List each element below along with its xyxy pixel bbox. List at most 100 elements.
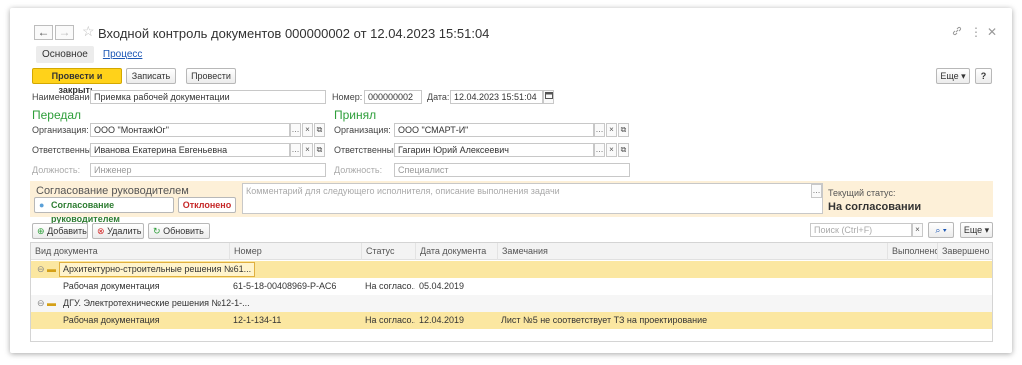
window-title: Входной контроль документов 000000002 от…: [98, 26, 490, 41]
document-window: ← → ☆ Входной контроль документов 000000…: [10, 8, 1012, 353]
column-header-status[interactable]: Статус: [361, 243, 415, 260]
search-clear-icon[interactable]: ×: [912, 223, 923, 237]
tab-main[interactable]: Основное: [36, 46, 94, 63]
table-row-group[interactable]: ⊖ ▬ ДГУ. Электротехнические решения №12-…: [31, 295, 992, 312]
more-label: Еще: [940, 71, 959, 81]
sender-responsible-field[interactable]: Иванова Екатерина Евгеньевна: [90, 143, 290, 157]
table-row[interactable]: Рабочая документация 12-1-134-11 На согл…: [31, 312, 992, 329]
calendar-icon[interactable]: [543, 90, 554, 104]
help-button[interactable]: ?: [975, 68, 992, 84]
table-row-group[interactable]: ⊖ ▬ Архитектурно-строительные решения №6…: [31, 261, 992, 278]
receiver-responsible-open-icon[interactable]: ⧉: [618, 143, 629, 157]
receiver-org-clear-icon[interactable]: ×: [606, 123, 617, 137]
receiver-responsible-label: Ответственный:: [334, 145, 401, 155]
more-button[interactable]: Еще ▾: [936, 68, 970, 84]
close-icon[interactable]: ✕: [987, 25, 997, 39]
cell-status: На согласо...: [365, 281, 415, 291]
receiver-org-label: Организация:: [334, 125, 391, 135]
column-header-done[interactable]: Выполнено: [887, 243, 937, 260]
receiver-responsible-select-button[interactable]: …: [594, 143, 605, 157]
table-header: Вид документа Номер Статус Дата документ…: [31, 243, 992, 260]
receiver-org-field[interactable]: ООО "СМАРТ-И": [394, 123, 594, 137]
cell-date: 12.04.2019: [419, 315, 465, 325]
table-row[interactable]: Рабочая документация 61-5-18-00408969-Р-…: [31, 278, 992, 295]
table-more-label: Еще: [963, 225, 983, 235]
folder-icon: ▬: [47, 264, 56, 274]
receiver-responsible-clear-icon[interactable]: ×: [606, 143, 617, 157]
receiver-position-label: Должность:: [334, 165, 383, 175]
cell-doc-type: Рабочая документация: [63, 281, 160, 291]
post-button[interactable]: Провести: [186, 68, 236, 84]
comment-field[interactable]: Комментарий для следующего исполнителя, …: [242, 183, 823, 214]
save-button[interactable]: Записать: [126, 68, 176, 84]
receiver-org-select-button[interactable]: …: [594, 123, 605, 137]
link-icon[interactable]: [952, 25, 962, 39]
reject-button[interactable]: Отклонено: [178, 197, 236, 213]
collapse-icon[interactable]: ⊖: [37, 295, 45, 312]
add-icon: ⊕: [37, 226, 45, 236]
sender-heading: Передал: [32, 108, 82, 122]
title-bar: ← → ☆ Входной контроль документов 000000…: [10, 8, 1012, 48]
status-label: Текущий статус:: [828, 188, 896, 198]
post-and-close-button[interactable]: Провести и закрыть: [32, 68, 122, 95]
receiver-org-open-icon[interactable]: ⧉: [618, 123, 629, 137]
search-icon[interactable]: ⌕ ▾: [928, 222, 954, 238]
delete-label: Удалить: [107, 226, 142, 236]
back-button[interactable]: ←: [34, 25, 53, 40]
receiver-position-field: Специалист: [394, 163, 630, 177]
sender-responsible-clear-icon[interactable]: ×: [302, 143, 313, 157]
tab-process[interactable]: Процесс: [97, 46, 149, 63]
approval-title: Согласование руководителем: [36, 185, 189, 197]
sender-org-field[interactable]: ООО "МонтажЮг": [90, 123, 290, 137]
sender-responsible-label: Ответственный:: [32, 145, 99, 155]
name-field[interactable]: Приемка рабочей документации: [90, 90, 326, 104]
cell-date: 05.04.2019: [419, 281, 465, 291]
refresh-button[interactable]: ↻ Обновить: [148, 223, 210, 239]
add-label: Добавить: [47, 226, 87, 236]
date-field[interactable]: 12.04.2023 15:51:04: [450, 90, 543, 104]
cell-status: На согласо...: [365, 315, 415, 325]
sender-org-clear-icon[interactable]: ×: [302, 123, 313, 137]
column-header-number[interactable]: Номер: [229, 243, 361, 260]
forward-button[interactable]: →: [55, 25, 74, 40]
cell-remarks: Лист №5 не соответствует ТЗ на проектиро…: [501, 315, 708, 325]
more-menu-icon[interactable]: ⋮: [970, 25, 982, 39]
refresh-label: Обновить: [163, 226, 204, 236]
sender-responsible-select-button[interactable]: …: [290, 143, 301, 157]
sender-org-open-icon[interactable]: ⧉: [314, 123, 325, 137]
column-header-date[interactable]: Дата документа: [415, 243, 497, 260]
collapse-icon[interactable]: ⊖: [37, 261, 45, 278]
approve-circle-icon: ●: [39, 200, 45, 210]
favorite-star-icon[interactable]: ☆: [82, 23, 95, 40]
table-more-button[interactable]: Еще ▾: [960, 222, 993, 238]
number-label: Номер:: [332, 92, 363, 102]
sender-position-label: Должность:: [32, 165, 81, 175]
receiver-responsible-field[interactable]: Гагарин Юрий Алексеевич: [394, 143, 594, 157]
search-input[interactable]: Поиск (Ctrl+F): [810, 223, 912, 237]
folder-icon: ▬: [47, 298, 56, 308]
cell-number: 61-5-18-00408969-Р-АС6: [233, 281, 337, 291]
sender-position-field: Инженер: [90, 163, 326, 177]
group-name: ДГУ. Электротехнические решения №12-1-..…: [63, 298, 250, 308]
add-button[interactable]: ⊕ Добавить: [32, 223, 88, 239]
column-header-doc-type[interactable]: Вид документа: [31, 243, 229, 260]
form-tabs: Основное Процесс: [36, 46, 148, 64]
approve-button[interactable]: ● Согласование руководителем: [34, 197, 174, 224]
column-header-completed[interactable]: Завершено: [937, 243, 992, 260]
number-field[interactable]: 000000002: [364, 90, 422, 104]
delete-button[interactable]: ⊗ Удалить: [92, 223, 144, 239]
status-value: На согласовании: [828, 201, 922, 213]
cell-number: 12-1-134-11: [233, 315, 282, 325]
sender-responsible-open-icon[interactable]: ⧉: [314, 143, 325, 157]
name-label: Наименование:: [32, 92, 97, 102]
sender-org-label: Организация:: [32, 125, 89, 135]
refresh-icon: ↻: [153, 226, 161, 236]
group-name: Архитектурно-строительные решения №61...: [59, 262, 256, 277]
comment-expand-button[interactable]: …: [811, 184, 822, 198]
date-label: Дата:: [427, 92, 450, 102]
column-header-remarks[interactable]: Замечания: [497, 243, 887, 260]
approve-button-label: Согласование руководителем: [51, 200, 120, 224]
sender-org-select-button[interactable]: …: [290, 123, 301, 137]
approval-panel: Согласование руководителем ● Согласовани…: [30, 181, 993, 224]
cell-doc-type: Рабочая документация: [63, 315, 160, 325]
